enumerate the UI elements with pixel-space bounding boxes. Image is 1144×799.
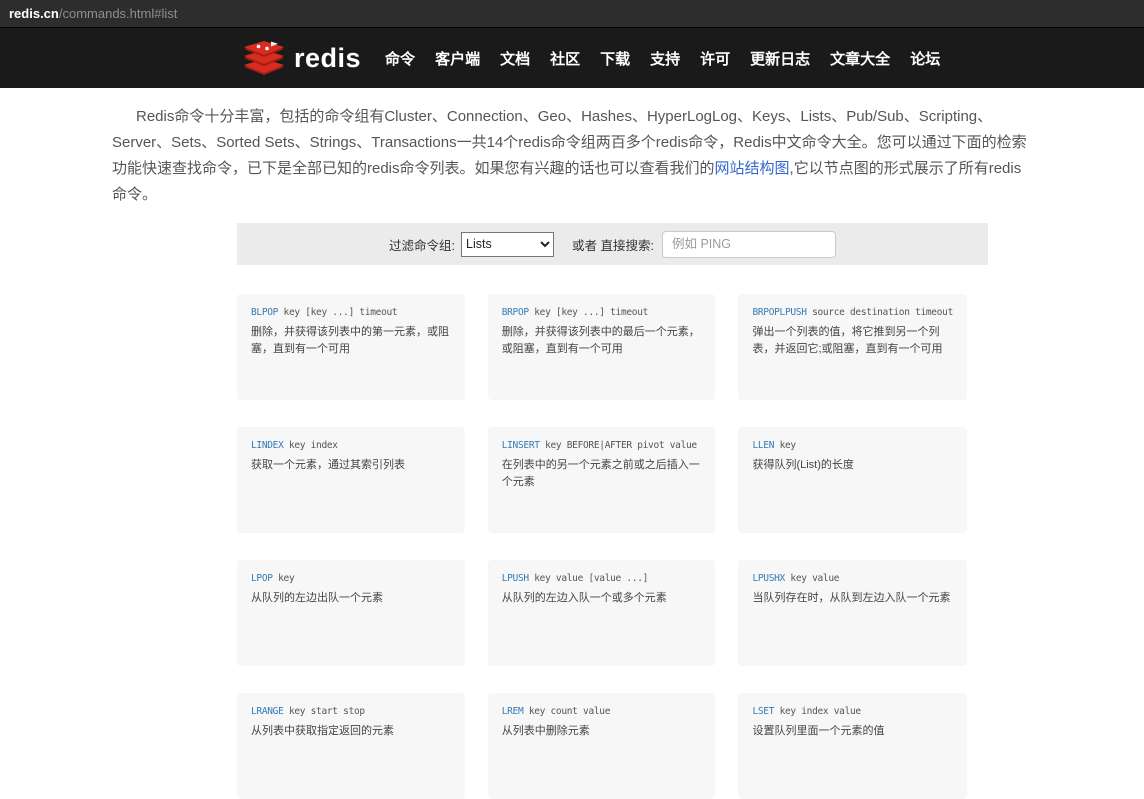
command-args: key index value [779,706,862,717]
redis-logo-link[interactable]: redis [242,39,361,77]
command-args: source destination timeout [812,307,953,318]
command-title: LSET key index value [752,706,953,717]
command-card-lindex: LINDEX key index 获取一个元素，通过其索引列表 [237,427,465,533]
command-link-brpoplpush[interactable]: BRPOPLPUSH [752,307,807,318]
command-description: 从队列的左边出队一个元素 [251,592,383,604]
group-filter-label: 过滤命令组: [389,238,456,253]
browser-address-bar[interactable]: redis.cn/commands.html#list [0,0,1144,27]
command-link-lrange[interactable]: LRANGE [251,706,284,717]
command-title: LREM key count value [502,706,702,717]
command-description: 当队列存在时，从队到左边入队一个元素 [752,592,951,604]
command-title: BRPOP key [key ...] timeout [502,307,702,318]
url-host: redis.cn [9,6,59,21]
nav-item-download[interactable]: 下载 [600,48,630,69]
nav-item-docs[interactable]: 文档 [500,48,530,69]
command-title: BRPOPLPUSH source destination timeout [752,307,953,318]
command-card-brpoplpush: BRPOPLPUSH source destination timeout 弹出… [738,294,967,400]
nav-item-changelog[interactable]: 更新日志 [750,48,810,69]
command-args: key start stop [288,706,365,717]
command-description: 在列表中的另一个元素之前或之后插入一个元素 [501,459,700,488]
command-link-llen[interactable]: LLEN [752,440,774,451]
command-title: LLEN key [752,440,953,451]
command-args: key [779,440,797,451]
command-link-lpop[interactable]: LPOP [251,573,273,584]
command-card-lpushx: LPUSHX key value 当队列存在时，从队到左边入队一个元素 [738,560,967,666]
command-description: 从列表中获取指定返回的元素 [251,725,394,737]
command-title: LPOP key [251,573,451,584]
command-link-lindex[interactable]: LINDEX [251,440,284,451]
command-args: key index [288,440,338,451]
command-card-brpop: BRPOP key [key ...] timeout 删除，并获得该列表中的最… [487,294,716,400]
command-link-blpop[interactable]: BLPOP [251,307,278,318]
nav-item-clients[interactable]: 客户端 [435,48,480,69]
intro-paragraph: Redis命令十分丰富，包括的命令组有Cluster、Connection、Ge… [112,104,1033,208]
command-title: LPUSHX key value [752,573,953,584]
command-card-lpop: LPOP key 从队列的左边出队一个元素 [237,560,465,666]
brand-wordmark: redis [294,42,362,73]
site-navbar: redis 命令 客户端 文档 社区 下载 支持 许可 更新日志 文章大全 论坛 [0,27,1144,88]
command-card-lrem: LREM key count value 从列表中删除元素 [487,693,716,799]
command-link-lpush[interactable]: LPUSH [502,573,529,584]
command-title: LRANGE key start stop [251,706,451,717]
nav-item-license[interactable]: 许可 [700,48,730,69]
nav-item-articles[interactable]: 文章大全 [830,48,890,69]
command-link-lset[interactable]: LSET [752,706,774,717]
redis-logo-icon [244,41,284,75]
command-args: key [key ...] timeout [283,307,398,318]
command-link-brpop[interactable]: BRPOP [502,307,529,318]
navbar-menu: 命令 客户端 文档 社区 下载 支持 许可 更新日志 文章大全 论坛 [375,48,950,69]
filter-bar: 过滤命令组: Lists 或者 直接搜索: [237,223,988,265]
command-args: key [key ...] timeout [534,307,649,318]
command-description: 从队列的左边入队一个或多个元素 [501,592,667,604]
nav-item-community[interactable]: 社区 [550,48,580,69]
command-title: LINSERT key BEFORE|AFTER pivot value [502,440,702,451]
command-card-lrange: LRANGE key start stop 从列表中获取指定返回的元素 [237,693,465,799]
command-args: key [278,573,295,584]
command-description: 弹出一个列表的值，将它推到另一个列表，并返回它;或阻塞，直到有一个可用 [752,326,943,355]
command-card-linsert: LINSERT key BEFORE|AFTER pivot value 在列表… [487,427,716,533]
command-title: LINDEX key index [251,440,451,451]
command-link-linsert[interactable]: LINSERT [502,440,540,451]
command-description: 删除，并获得该列表中的第一元素，或阻塞，直到有一个可用 [251,326,449,355]
command-title: LPUSH key value [value ...] [502,573,702,584]
command-description: 删除，并获得该列表中的最后一个元素，或阻塞，直到有一个可用 [501,326,700,355]
command-card-llen: LLEN key 获得队列(List)的长度 [738,427,967,533]
command-link-lrem[interactable]: LREM [502,706,524,717]
command-description: 设置队列里面一个元素的值 [752,725,885,737]
url-path: /commands.html#list [58,6,178,21]
command-args: key value [value ...] [534,573,649,584]
commands-grid: BLPOP key [key ...] timeout 删除，并获得该列表中的第… [237,294,967,799]
command-group-select[interactable]: Lists [461,231,555,257]
command-card-lpush: LPUSH key value [value ...] 从队列的左边入队一个或多… [487,560,716,666]
nav-item-support[interactable]: 支持 [650,48,680,69]
sitemap-link[interactable]: 网站结构图 [715,160,790,177]
command-card-blpop: BLPOP key [key ...] timeout 删除，并获得该列表中的第… [237,294,465,400]
command-args: key value [790,573,840,584]
command-description: 获得队列(List)的长度 [752,459,854,471]
command-args: key count value [528,706,611,717]
command-link-lpushx[interactable]: LPUSHX [752,573,785,584]
command-description: 从列表中删除元素 [501,725,590,737]
nav-item-commands[interactable]: 命令 [385,48,415,69]
command-title: BLPOP key [key ...] timeout [251,307,451,318]
search-label: 或者 直接搜索: [572,238,654,253]
command-card-lset: LSET key index value 设置队列里面一个元素的值 [738,693,967,799]
nav-item-forum[interactable]: 论坛 [910,48,940,69]
command-description: 获取一个元素，通过其索引列表 [251,459,405,471]
command-search-input[interactable] [661,230,836,258]
command-args: key BEFORE|AFTER pivot value [545,440,697,451]
